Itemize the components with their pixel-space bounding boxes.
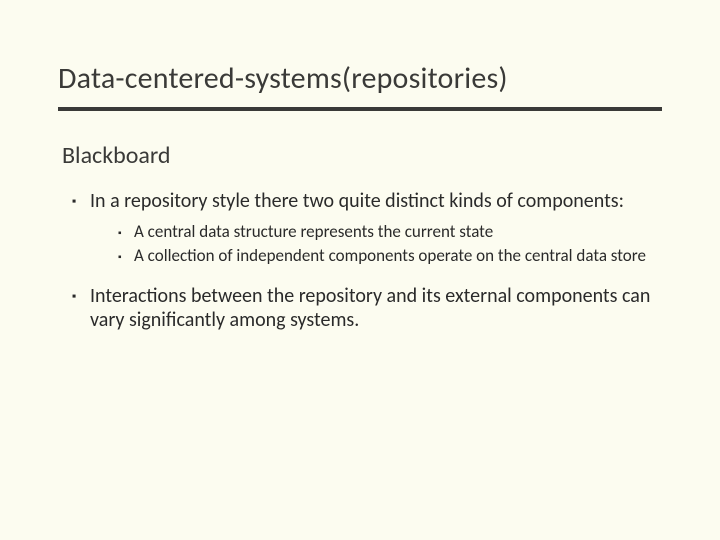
- bullet-text: In a repository style there two quite di…: [90, 189, 624, 213]
- sub-bullet-item: A collection of independent components o…: [118, 246, 662, 267]
- bullet-list: In a repository style there two quite di…: [72, 190, 662, 332]
- sub-bullet-item: A central data structure represents the …: [118, 222, 662, 243]
- bullet-item: In a repository style there two quite di…: [72, 190, 662, 267]
- bullet-text: Interactions between the repository and …: [90, 284, 650, 332]
- sub-bullet-text: A collection of independent components o…: [134, 245, 646, 266]
- slide-title: Data-centered-systems(repositories): [58, 60, 662, 107]
- bullet-item: Interactions between the repository and …: [72, 285, 662, 332]
- slide-subtitle: Blackboard: [62, 141, 662, 170]
- title-underline: [58, 107, 662, 111]
- sub-bullet-list: A central data structure represents the …: [118, 222, 662, 267]
- sub-bullet-text: A central data structure represents the …: [134, 221, 493, 242]
